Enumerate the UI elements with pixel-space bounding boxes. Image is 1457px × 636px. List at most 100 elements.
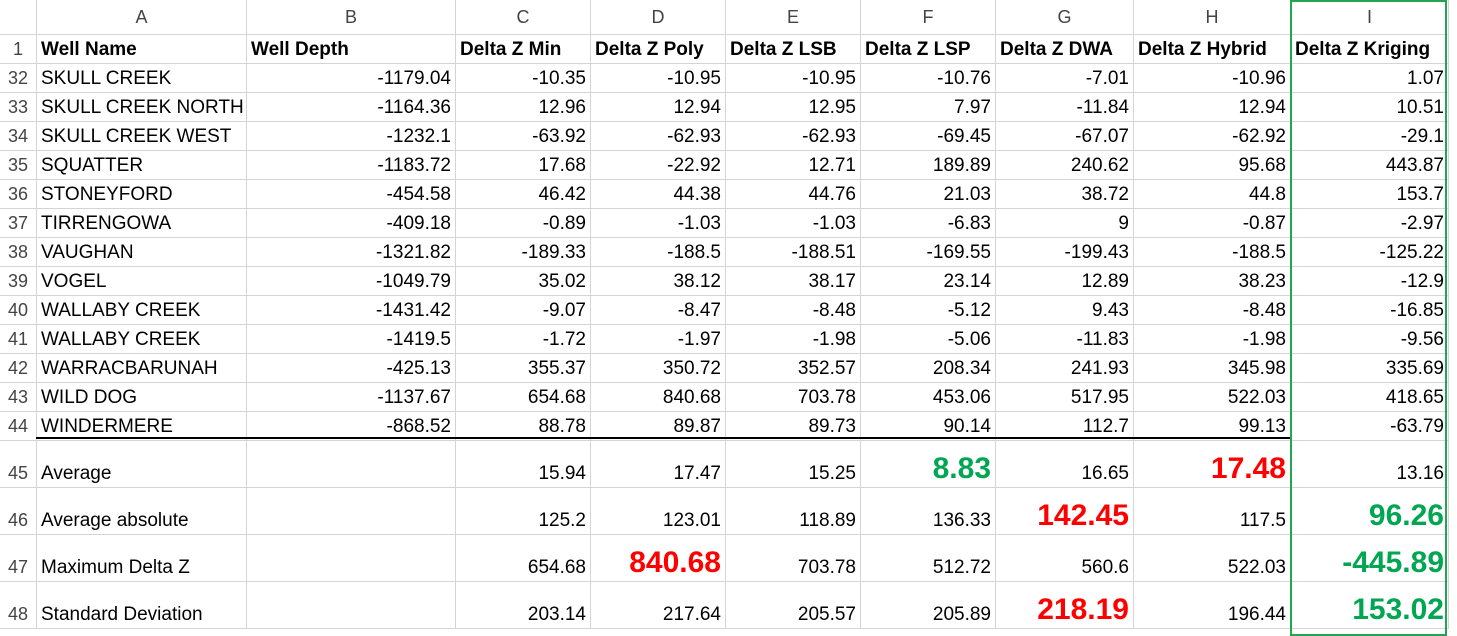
value-cell[interactable]: -7.01 <box>996 64 1134 93</box>
stat-value-cell[interactable]: 522.03 <box>1134 535 1291 582</box>
stat-value-cell[interactable]: 17.47 <box>591 441 726 488</box>
row-header[interactable]: 32 <box>0 64 37 93</box>
value-cell[interactable]: -1431.42 <box>247 296 456 325</box>
column-title-cell[interactable]: Delta Z Kriging <box>1291 35 1449 64</box>
value-cell[interactable]: -8.48 <box>1134 296 1291 325</box>
value-cell[interactable]: -29.1 <box>1291 122 1449 151</box>
row-header[interactable]: 44 <box>0 412 37 441</box>
row-header[interactable]: 1 <box>0 35 37 64</box>
value-cell[interactable]: -10.96 <box>1134 64 1291 93</box>
value-cell[interactable]: 517.95 <box>996 383 1134 412</box>
value-cell[interactable]: 44.8 <box>1134 180 1291 209</box>
value-cell[interactable]: 840.68 <box>591 383 726 412</box>
value-cell[interactable]: -1.98 <box>1134 325 1291 354</box>
value-cell[interactable]: 418.65 <box>1291 383 1449 412</box>
value-cell[interactable]: -62.93 <box>591 122 726 151</box>
value-cell[interactable]: -188.5 <box>1134 238 1291 267</box>
stat-label-cell[interactable]: Standard Deviation <box>37 582 247 629</box>
well-name-cell[interactable]: VOGEL <box>37 267 247 296</box>
value-cell[interactable]: -22.92 <box>591 151 726 180</box>
value-cell[interactable]: -125.22 <box>1291 238 1449 267</box>
stat-value-cell[interactable]: 15.25 <box>726 441 861 488</box>
well-name-cell[interactable]: WALLABY CREEK <box>37 325 247 354</box>
value-cell[interactable]: -188.5 <box>591 238 726 267</box>
value-cell[interactable]: 1.07 <box>1291 64 1449 93</box>
row-header[interactable]: 41 <box>0 325 37 354</box>
stat-value-cell[interactable]: 703.78 <box>726 535 861 582</box>
column-title-cell[interactable]: Delta Z LSB <box>726 35 861 64</box>
value-cell[interactable]: -10.95 <box>726 64 861 93</box>
row-header[interactable]: 38 <box>0 238 37 267</box>
row-header[interactable]: 35 <box>0 151 37 180</box>
column-header-a[interactable]: A <box>37 0 247 35</box>
stat-value-cell[interactable]: 15.94 <box>456 441 591 488</box>
stat-value-cell[interactable]: 218.19 <box>996 582 1134 629</box>
stat-value-cell[interactable]: 196.44 <box>1134 582 1291 629</box>
stat-value-cell[interactable] <box>247 488 456 535</box>
row-header[interactable]: 46 <box>0 488 37 535</box>
value-cell[interactable]: 153.7 <box>1291 180 1449 209</box>
column-title-cell[interactable]: Delta Z Min <box>456 35 591 64</box>
value-cell[interactable]: -1321.82 <box>247 238 456 267</box>
value-cell[interactable]: -8.47 <box>591 296 726 325</box>
value-cell[interactable]: -1.03 <box>591 209 726 238</box>
column-title-cell[interactable]: Delta Z DWA <box>996 35 1134 64</box>
stat-value-cell[interactable]: 217.64 <box>591 582 726 629</box>
value-cell[interactable]: -1164.36 <box>247 93 456 122</box>
stat-value-cell[interactable]: 203.14 <box>456 582 591 629</box>
well-name-cell[interactable]: STONEYFORD <box>37 180 247 209</box>
column-header-f[interactable]: F <box>861 0 996 35</box>
well-name-cell[interactable]: TIRRENGOWA <box>37 209 247 238</box>
value-cell[interactable]: 12.71 <box>726 151 861 180</box>
value-cell[interactable]: -1183.72 <box>247 151 456 180</box>
stat-value-cell[interactable]: 117.5 <box>1134 488 1291 535</box>
value-cell[interactable]: 12.94 <box>591 93 726 122</box>
row-header[interactable]: 42 <box>0 354 37 383</box>
value-cell[interactable]: -69.45 <box>861 122 996 151</box>
value-cell[interactable]: 23.14 <box>861 267 996 296</box>
row-header[interactable]: 36 <box>0 180 37 209</box>
well-name-cell[interactable]: SQUATTER <box>37 151 247 180</box>
value-cell[interactable]: 38.17 <box>726 267 861 296</box>
value-cell[interactable]: -169.55 <box>861 238 996 267</box>
row-header[interactable]: 39 <box>0 267 37 296</box>
value-cell[interactable]: 44.38 <box>591 180 726 209</box>
value-cell[interactable]: 654.68 <box>456 383 591 412</box>
stat-value-cell[interactable]: 8.83 <box>861 441 996 488</box>
value-cell[interactable]: 95.68 <box>1134 151 1291 180</box>
value-cell[interactable]: 44.76 <box>726 180 861 209</box>
value-cell[interactable]: 240.62 <box>996 151 1134 180</box>
stat-value-cell[interactable]: 125.2 <box>456 488 591 535</box>
well-name-cell[interactable]: WILD DOG <box>37 383 247 412</box>
stat-label-cell[interactable]: Maximum Delta Z <box>37 535 247 582</box>
value-cell[interactable]: -16.85 <box>1291 296 1449 325</box>
value-cell[interactable]: 21.03 <box>861 180 996 209</box>
stat-value-cell[interactable]: 123.01 <box>591 488 726 535</box>
value-cell[interactable]: -8.48 <box>726 296 861 325</box>
value-cell[interactable]: 335.69 <box>1291 354 1449 383</box>
value-cell[interactable]: -1137.67 <box>247 383 456 412</box>
stat-value-cell[interactable]: 118.89 <box>726 488 861 535</box>
value-cell[interactable]: -425.13 <box>247 354 456 383</box>
stat-value-cell[interactable]: 142.45 <box>996 488 1134 535</box>
column-header-c[interactable]: C <box>456 0 591 35</box>
value-cell[interactable]: -1419.5 <box>247 325 456 354</box>
value-cell[interactable]: -1.72 <box>456 325 591 354</box>
stat-value-cell[interactable]: 654.68 <box>456 535 591 582</box>
value-cell[interactable]: -10.95 <box>591 64 726 93</box>
stat-value-cell[interactable]: 205.57 <box>726 582 861 629</box>
column-title-cell[interactable]: Delta Z LSP <box>861 35 996 64</box>
value-cell[interactable]: 38.12 <box>591 267 726 296</box>
stat-label-cell[interactable]: Average absolute <box>37 488 247 535</box>
row-header[interactable]: 40 <box>0 296 37 325</box>
value-cell[interactable]: -63.79 <box>1291 412 1449 441</box>
value-cell[interactable]: 7.97 <box>861 93 996 122</box>
value-cell[interactable]: -1049.79 <box>247 267 456 296</box>
stat-value-cell[interactable]: 13.16 <box>1291 441 1449 488</box>
well-name-cell[interactable]: SKULL CREEK WEST <box>37 122 247 151</box>
stat-value-cell[interactable]: 153.02 <box>1291 582 1449 629</box>
value-cell[interactable]: -2.97 <box>1291 209 1449 238</box>
value-cell[interactable]: 12.95 <box>726 93 861 122</box>
well-name-cell[interactable]: VAUGHAN <box>37 238 247 267</box>
value-cell[interactable]: -189.33 <box>456 238 591 267</box>
